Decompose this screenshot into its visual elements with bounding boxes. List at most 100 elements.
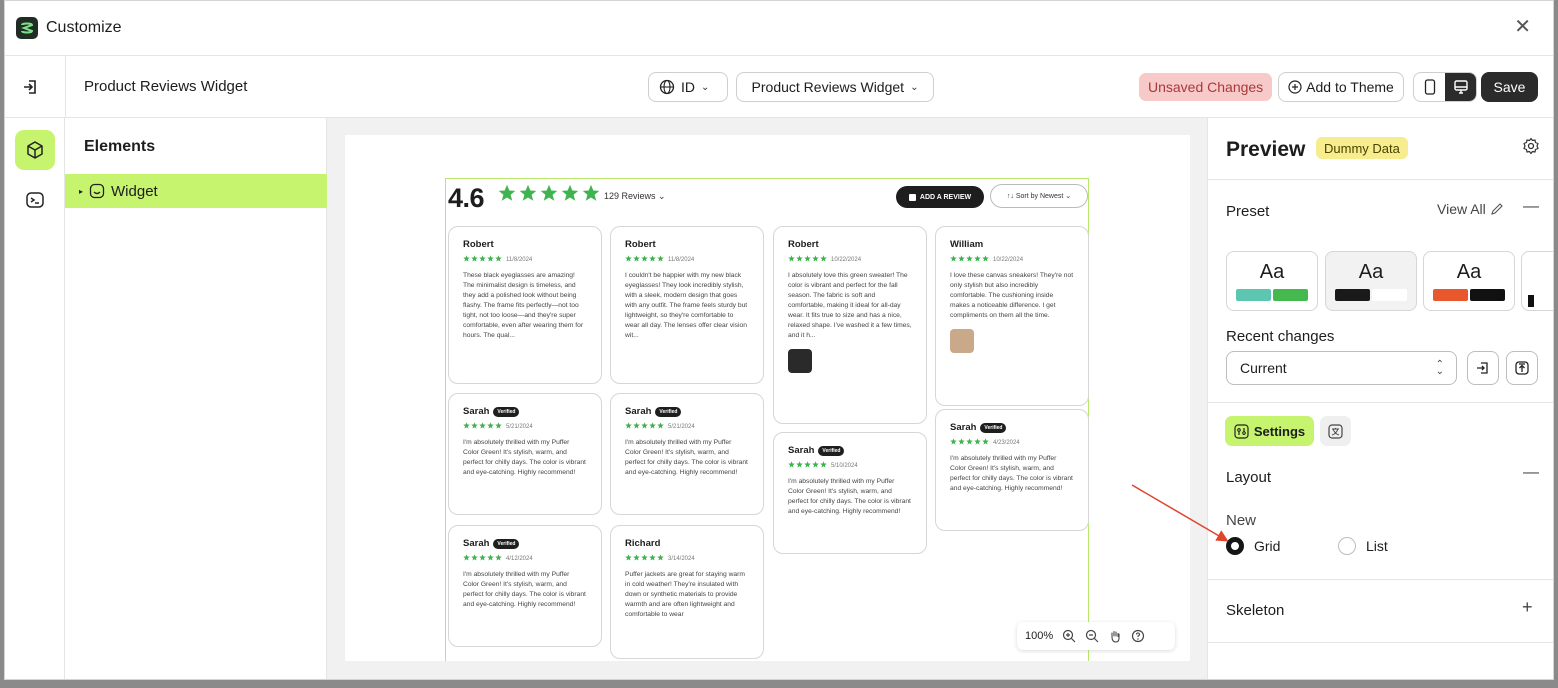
review-text: These black eyeglasses are amazing! The … — [463, 272, 584, 339]
star-icon — [641, 255, 648, 264]
gear-icon[interactable] — [1522, 137, 1540, 155]
star-icon — [463, 554, 470, 563]
review-card[interactable]: Sarah Verified 4/12/2024 I'm absolutely thr… — [448, 525, 602, 647]
import-button[interactable] — [1467, 351, 1499, 385]
review-text: I'm absolutely thrilled with my Puffer C… — [788, 478, 911, 515]
device-toggle — [1413, 72, 1477, 102]
layout-option-grid[interactable]: Grid — [1226, 537, 1280, 555]
review-card[interactable]: Robert 11/8/2024 I couldn't be happier wit… — [610, 226, 764, 384]
edit-icon — [1490, 203, 1503, 215]
review-card[interactable]: Robert 11/8/2024 These black eyeglasses ar… — [448, 226, 602, 384]
review-date: 10/22/2024 — [831, 256, 862, 263]
globe-icon — [659, 79, 675, 95]
export-icon — [1515, 361, 1529, 375]
collapse-layout-icon[interactable]: — — [1523, 464, 1539, 482]
verified-badge: Verified — [655, 406, 682, 417]
review-photo[interactable] — [788, 349, 812, 373]
star-icon — [479, 255, 486, 264]
star-icon — [649, 422, 656, 431]
mobile-view-button[interactable] — [1414, 73, 1445, 101]
preset-card-1[interactable]: Aa — [1226, 251, 1318, 311]
review-stars — [950, 255, 989, 264]
reviews-widget[interactable]: 4.6 129 Reviews ⌄ ADD A REVIEW ↑↓ Sort b… — [445, 178, 1089, 661]
review-photo[interactable] — [950, 329, 974, 353]
reviewer-name: Robert — [788, 239, 912, 250]
reviewer-name-text: Richard — [625, 538, 661, 549]
view-all-label: View All — [1437, 201, 1486, 217]
add-review-button[interactable]: ADD A REVIEW — [896, 186, 984, 208]
review-card[interactable]: Sarah Verified 4/23/2024 I'm absolutely thr… — [935, 409, 1089, 531]
view-all-link[interactable]: View All — [1437, 201, 1504, 217]
tab-settings[interactable]: Settings — [1225, 416, 1314, 446]
recent-changes-select[interactable]: Current ⌃ ⌄ — [1226, 351, 1457, 385]
review-count[interactable]: 129 Reviews ⌄ — [604, 191, 666, 202]
star-icon — [958, 438, 965, 447]
radio-list[interactable] — [1338, 537, 1356, 555]
review-text: I absolutely love this green sweater! Th… — [788, 272, 912, 339]
tab-translate[interactable] — [1320, 416, 1351, 446]
layout-option-list[interactable]: List — [1338, 537, 1388, 555]
chevron-down-icon: ⌄ — [701, 81, 710, 93]
language-select[interactable]: ID ⌄ — [648, 72, 728, 102]
star-icon — [641, 422, 648, 431]
verified-badge: Verified — [493, 406, 520, 417]
review-card[interactable]: Robert 10/22/2024 I absolutely love this g… — [773, 226, 927, 424]
review-date: 4/23/2024 — [993, 439, 1020, 446]
review-date: 10/22/2024 — [993, 256, 1024, 263]
star-icon — [495, 422, 502, 431]
widget-select[interactable]: Product Reviews Widget ⌄ — [736, 72, 934, 102]
review-card[interactable]: Sarah Verified 5/10/2024 I'm absolutely thr… — [773, 432, 927, 554]
caret-right-icon[interactable]: ▸ — [79, 187, 83, 196]
close-icon[interactable]: ✕ — [1514, 17, 1531, 37]
elements-panel: Elements ▸ Widget — [65, 118, 327, 679]
exit-icon[interactable] — [21, 77, 41, 97]
chevron-down-icon: ⌄ — [910, 81, 919, 93]
preset-card-3[interactable]: Aa — [1423, 251, 1515, 311]
review-card[interactable]: Sarah Verified 5/21/2024 I'm absolutely thr… — [610, 393, 764, 515]
review-stars — [788, 255, 827, 264]
collapse-preset-icon[interactable]: — — [1523, 198, 1539, 216]
verified-badge: Verified — [818, 445, 845, 456]
review-card[interactable]: Sarah Verified 5/21/2024 I'm absolutely thr… — [448, 393, 602, 515]
reviewer-name-text: Sarah — [463, 406, 490, 417]
zoom-in-icon[interactable] — [1062, 629, 1076, 643]
preset-card-4[interactable] — [1521, 251, 1553, 311]
radio-grid[interactable] — [1226, 537, 1244, 555]
add-to-theme-button[interactable]: Add to Theme — [1278, 72, 1404, 102]
help-icon[interactable] — [1131, 629, 1145, 643]
tree-item-widget[interactable]: ▸ Widget — [65, 174, 327, 208]
star-icon — [649, 554, 656, 563]
star-icon — [463, 422, 470, 431]
code-rail-button[interactable] — [15, 180, 55, 220]
desktop-view-button[interactable] — [1445, 73, 1476, 101]
reviewer-name-text: Robert — [788, 239, 819, 250]
star-icon — [966, 438, 973, 447]
widget-select-value: Product Reviews Widget — [751, 79, 905, 95]
star-icon — [498, 184, 516, 207]
language-value: ID — [681, 79, 695, 95]
review-text: I love these canvas sneakers! They're no… — [950, 272, 1074, 319]
edit-icon — [908, 193, 916, 201]
separator — [1208, 402, 1553, 403]
zoom-toolbar: 100% — [1017, 622, 1175, 650]
star-icon — [982, 255, 989, 264]
star-icon — [471, 422, 478, 431]
review-card[interactable]: William 10/22/2024 I love these canvas sne… — [935, 226, 1089, 406]
review-meta: 3/14/2024 — [625, 554, 749, 563]
export-button[interactable] — [1506, 351, 1538, 385]
elements-rail-button[interactable] — [15, 130, 55, 170]
recent-changes-label: Recent changes — [1226, 328, 1335, 345]
app-logo-icon — [16, 17, 38, 39]
sort-select[interactable]: ↑↓ Sort by Newest ⌄ — [990, 184, 1088, 208]
save-button[interactable]: Save — [1481, 72, 1538, 102]
reviewer-name-text: Sarah — [463, 538, 490, 549]
preset-card-2[interactable]: Aa — [1325, 251, 1417, 311]
zoom-out-icon[interactable] — [1085, 629, 1099, 643]
cube-icon — [27, 141, 43, 159]
hand-pan-icon[interactable] — [1108, 629, 1122, 643]
star-icon — [625, 554, 632, 563]
expand-skeleton-icon[interactable]: + — [1522, 597, 1533, 618]
review-card[interactable]: Richard 3/14/2024 Puffer jackets are great… — [610, 525, 764, 659]
new-label: New — [1226, 512, 1257, 529]
review-date: 5/21/2024 — [506, 423, 533, 430]
